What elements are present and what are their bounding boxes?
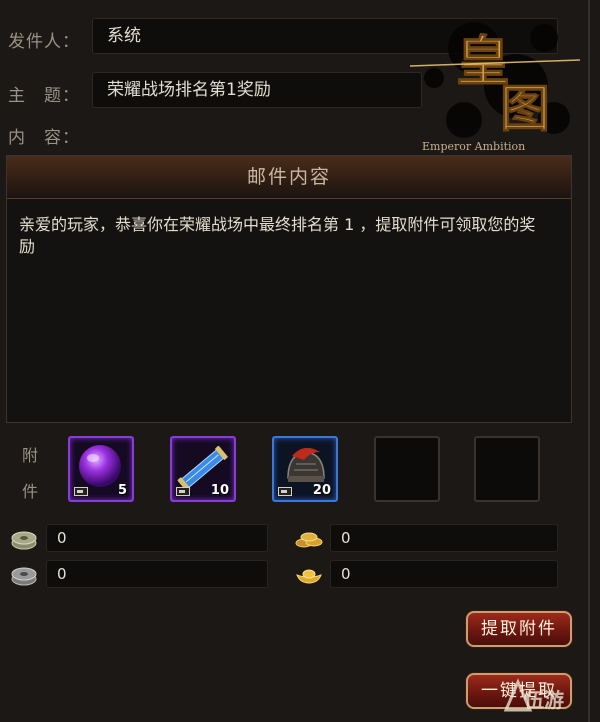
attachment-slot-2[interactable]: 10 (170, 436, 236, 502)
attachment-slot-1[interactable]: 5 (68, 436, 134, 502)
attachments-label-top: 附 (22, 446, 40, 465)
subject-label: 主 题： (8, 86, 80, 106)
gold-ingot-amount: 0 (330, 560, 558, 588)
extract-attachments-button[interactable]: 提取附件 (466, 611, 572, 647)
content-label: 内 容： (8, 128, 80, 148)
site-watermark-text: 伍游 (524, 688, 564, 712)
copper-coin-icon (11, 567, 37, 586)
bound-marker-icon (278, 487, 292, 496)
sender-label: 发件人： (8, 32, 80, 52)
gold-coin-amount: 0 (330, 524, 558, 552)
gold-coin-icon (295, 532, 323, 548)
logo-char-2: 图 (500, 79, 550, 138)
silver-coin-icon (11, 531, 37, 550)
bound-marker-icon (74, 487, 88, 496)
item-count: 20 (312, 483, 331, 498)
mail-content-body: 亲爱的玩家，恭喜你在荣耀战场中最终排名第 1 ，提取附件可领取您的奖励 (19, 215, 536, 256)
attachment-slot-3[interactable]: 20 (272, 436, 338, 502)
logo-subtitle: Emperor Ambition (422, 140, 525, 153)
mail-content-panel: 邮件内容 亲爱的玩家，恭喜你在荣耀战场中最终排名第 1 ，提取附件可领取您的奖励 (6, 155, 572, 423)
bound-marker-icon (176, 487, 190, 496)
attachments-label-bottom: 件 (22, 482, 40, 501)
game-logo: 皇 图 Emperor Ambition (409, 22, 581, 153)
attachment-slot-4[interactable] (374, 436, 440, 502)
subject-field: 荣耀战场排名第1奖励 (92, 72, 422, 108)
item-count: 10 (210, 483, 229, 498)
copper-coin-amount: 0 (46, 560, 268, 588)
gold-ingot-icon (296, 569, 322, 584)
item-count: 5 (117, 483, 127, 498)
silver-coin-amount: 0 (46, 524, 268, 552)
mail-content-title: 邮件内容 (7, 156, 571, 199)
attachment-slot-5[interactable] (474, 436, 540, 502)
